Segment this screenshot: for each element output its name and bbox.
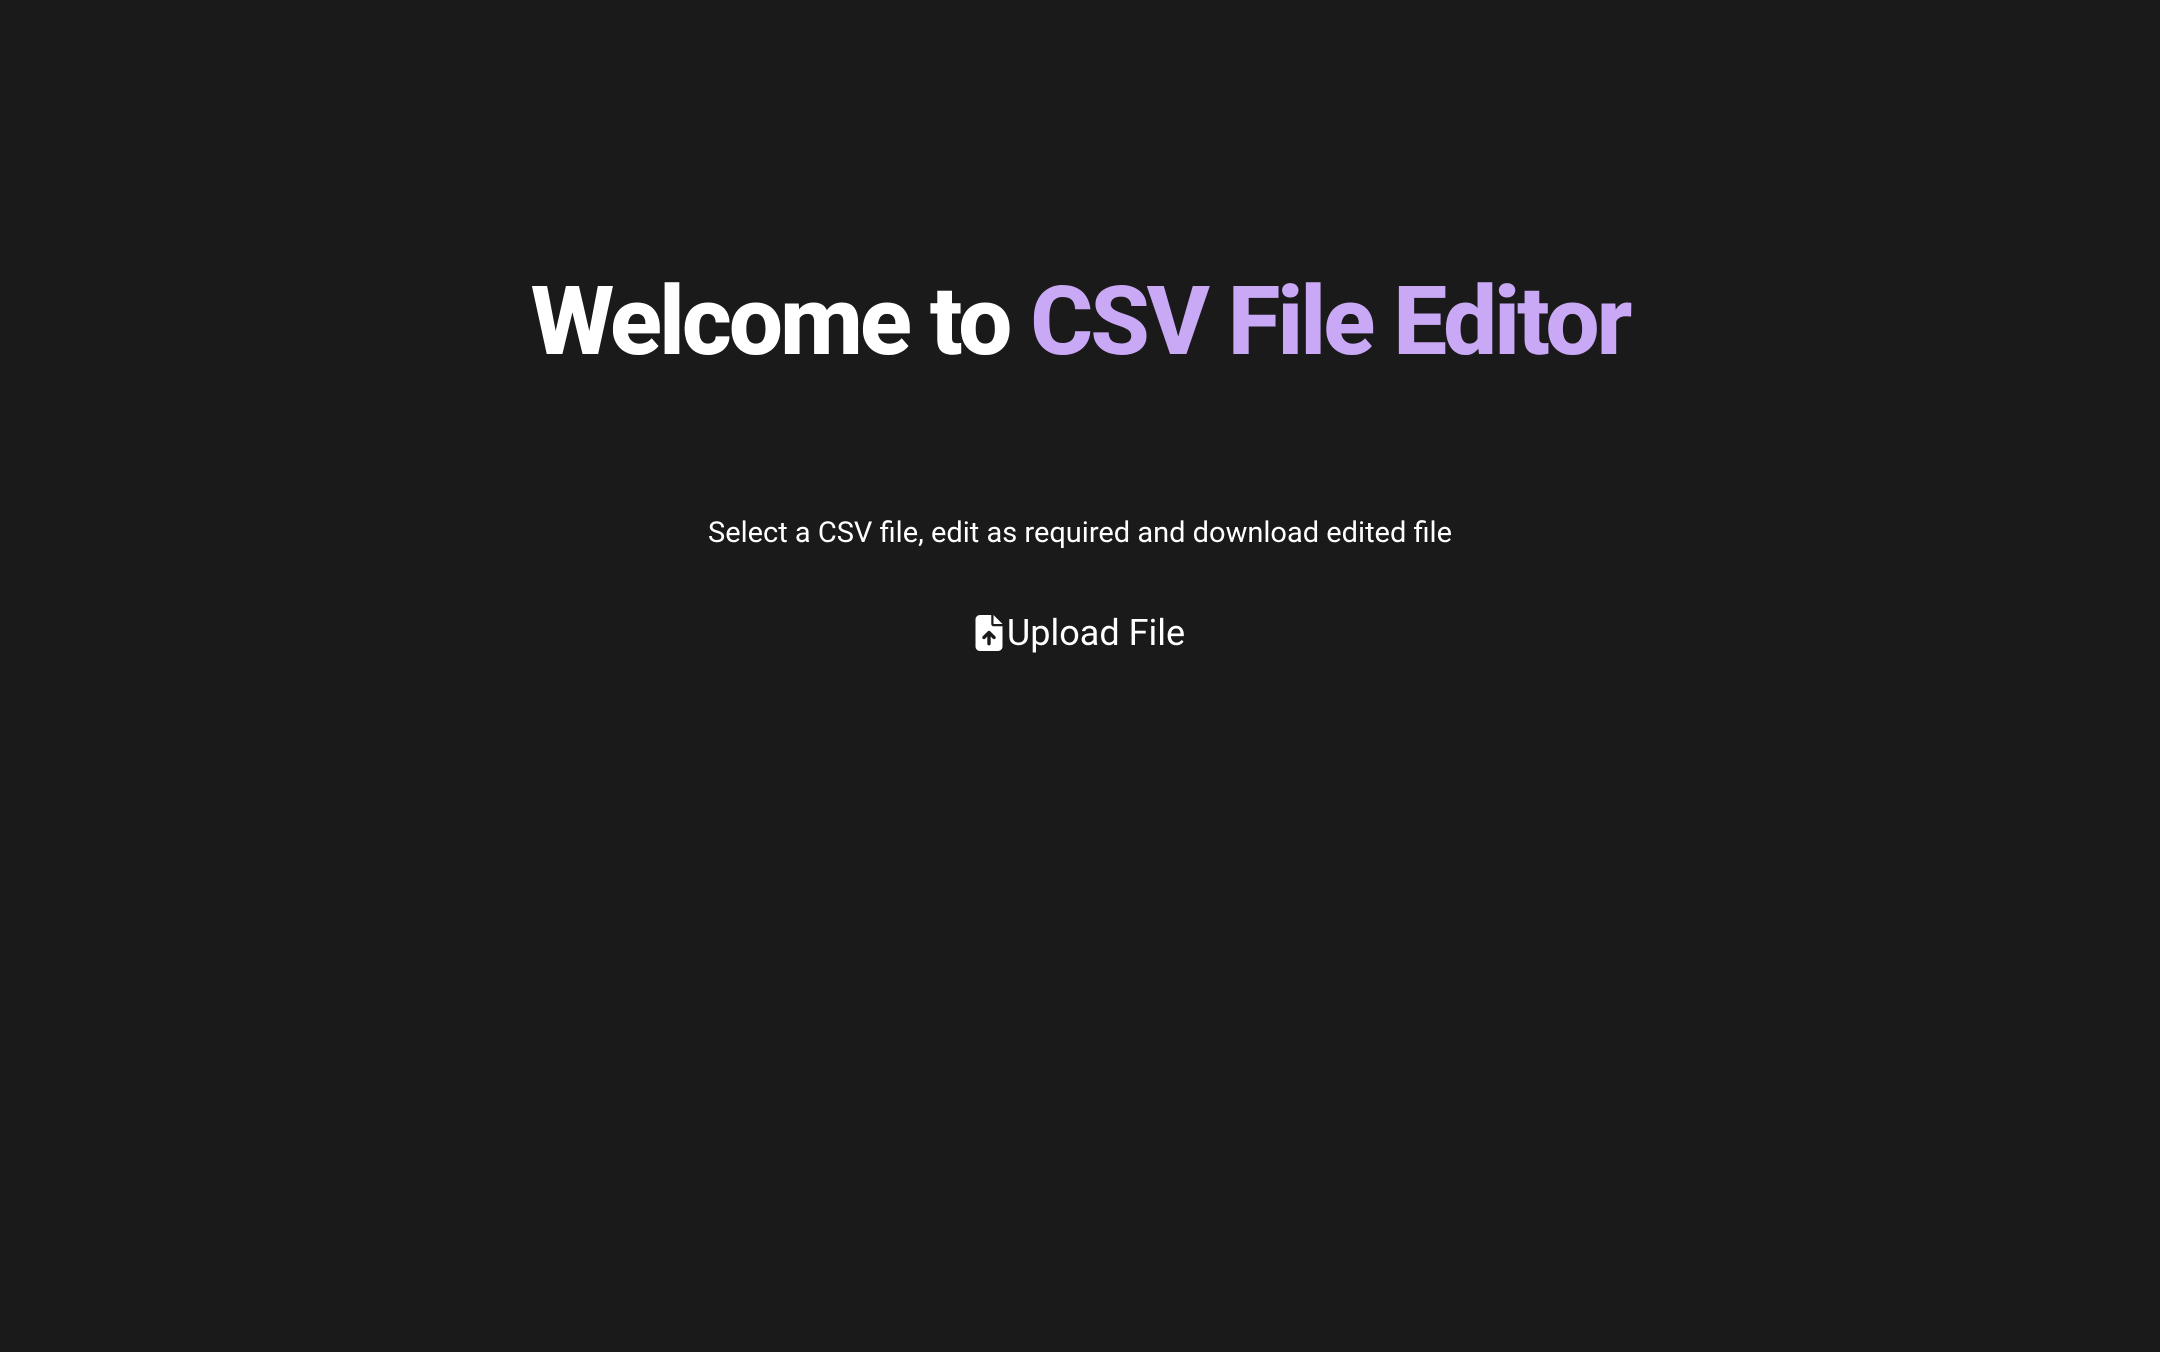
upload-file-button[interactable]: Upload File [975, 612, 1185, 654]
heading-accent: CSV File Editor [1030, 266, 1629, 378]
heading-prefix: Welcome to [531, 266, 1031, 378]
page-title: Welcome to CSV File Editor [531, 270, 1630, 376]
upload-file-label: Upload File [1007, 612, 1185, 654]
subtitle: Select a CSV file, edit as required and … [708, 516, 1452, 550]
file-upload-icon [975, 615, 1003, 651]
